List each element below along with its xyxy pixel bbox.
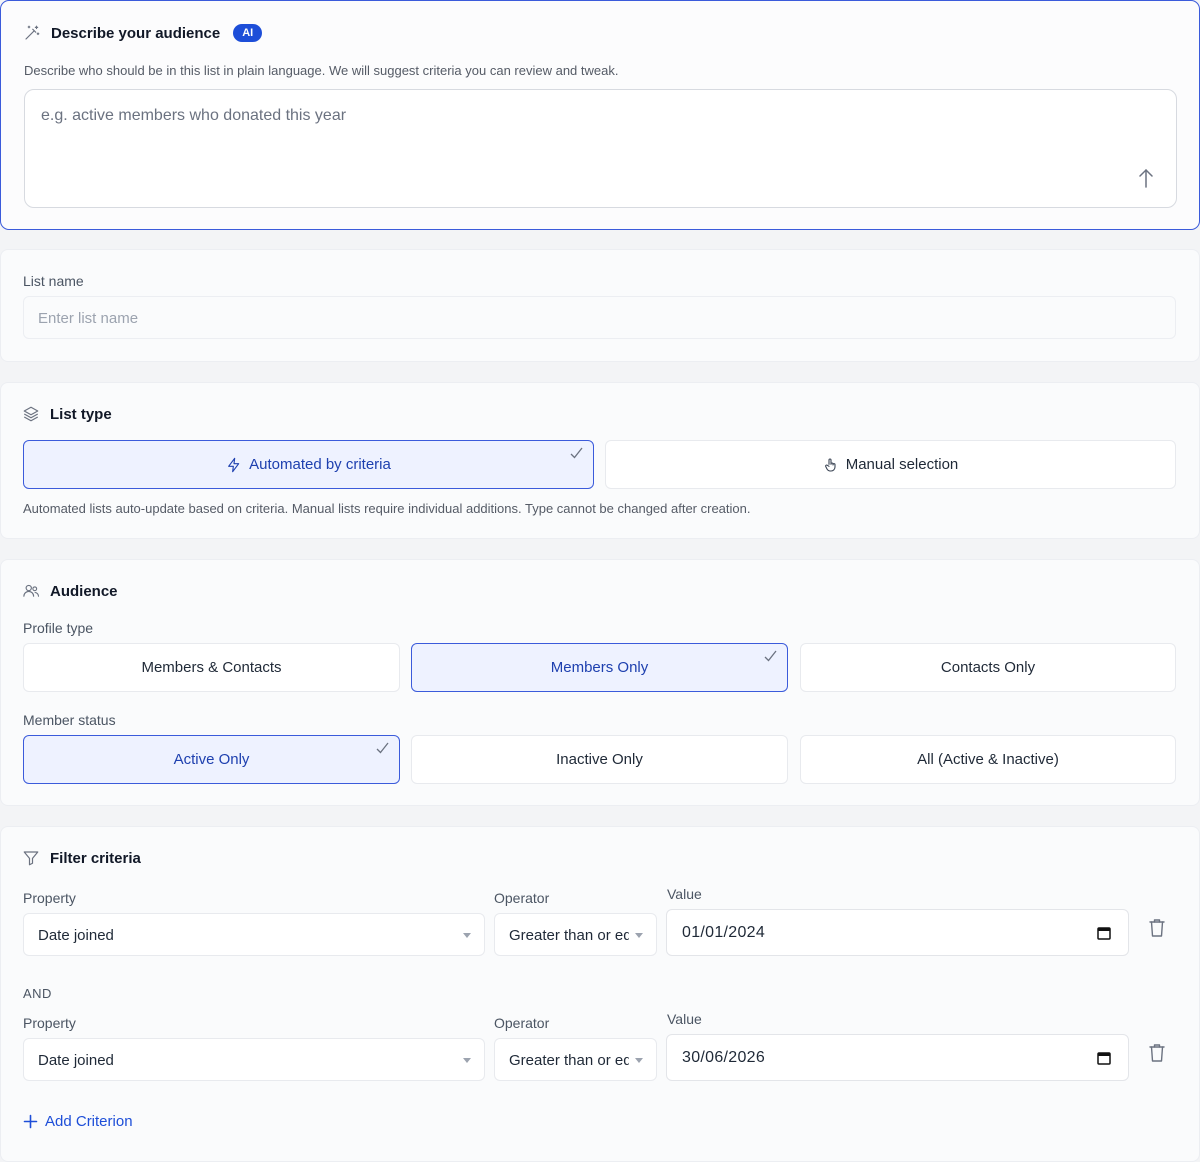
and-conjunction: AND <box>23 986 52 1001</box>
member-status-active-only[interactable]: Active Only <box>23 735 400 784</box>
property-value: Date joined <box>38 1052 114 1069</box>
filter-criteria-header: Filter criteria <box>22 849 141 867</box>
plus-icon <box>23 1114 38 1129</box>
profile-type-members-only[interactable]: Members Only <box>411 643 788 692</box>
operator-label: Operator <box>494 890 550 906</box>
operator-label: Operator <box>494 1015 550 1031</box>
option-manual-selection[interactable]: Manual selection <box>605 440 1176 489</box>
property-select[interactable]: Date joined <box>23 913 485 956</box>
add-criterion-label: Add Criterion <box>45 1113 133 1130</box>
filter-criteria-title: Filter criteria <box>50 849 141 867</box>
hand-pointer-icon <box>824 457 836 472</box>
date-value: 30/06/2026 <box>682 1049 766 1066</box>
chevron-down-icon <box>463 933 471 938</box>
magic-wand-icon <box>25 25 40 40</box>
list-type-header: List type <box>22 405 112 423</box>
option-label: Manual selection <box>845 456 959 473</box>
audience-header: Audience <box>22 582 118 600</box>
profile-type-members-contacts[interactable]: Members & Contacts <box>23 643 400 692</box>
list-name-input[interactable]: Enter list name <box>23 296 1176 339</box>
list-type-title: List type <box>50 405 112 423</box>
calendar-icon[interactable] <box>1097 1051 1111 1065</box>
filter-funnel-icon <box>23 851 39 866</box>
value-date-input[interactable]: 01/01/2024 <box>666 909 1129 956</box>
chevron-down-icon <box>463 1058 471 1063</box>
filter-criteria-card <box>0 826 1200 1162</box>
delete-criterion-trash-icon[interactable] <box>1148 918 1166 938</box>
chevron-down-icon <box>635 933 643 938</box>
ai-panel-title: Describe your audience <box>51 24 221 42</box>
list-type-help-text: Automated lists auto-update based on cri… <box>23 501 751 516</box>
list-name-placeholder: Enter list name <box>38 310 139 327</box>
users-icon <box>23 584 40 597</box>
option-automated-by-criteria[interactable]: Automated by criteria <box>23 440 594 489</box>
ai-audience-panel: Describe your audience AI Describe who s… <box>0 0 1200 230</box>
lightning-icon <box>228 457 240 472</box>
option-label: Members & Contacts <box>141 659 282 676</box>
value-label: Value <box>667 1011 702 1027</box>
property-select[interactable]: Date joined <box>23 1038 485 1081</box>
value-date-input[interactable]: 30/06/2026 <box>666 1034 1129 1081</box>
option-label: All (Active & Inactive) <box>917 751 1059 768</box>
property-label: Property <box>23 1015 76 1031</box>
ai-badge: AI <box>233 24 263 42</box>
date-value: 01/01/2024 <box>682 924 766 941</box>
delete-criterion-trash-icon[interactable] <box>1148 1043 1166 1063</box>
layers-icon <box>23 406 39 422</box>
check-icon <box>376 742 389 754</box>
operator-value: Greater than or equal <box>509 927 629 944</box>
option-label: Automated by criteria <box>249 456 391 473</box>
add-criterion-button[interactable]: Add Criterion <box>23 1113 133 1130</box>
profile-type-label: Profile type <box>23 620 94 636</box>
list-name-label: List name <box>23 273 84 289</box>
audience-description-textarea[interactable]: e.g. active members who donated this yea… <box>24 89 1177 208</box>
check-icon <box>570 447 583 459</box>
check-icon <box>764 650 777 662</box>
operator-select[interactable]: Greater than or equal <box>494 1038 657 1081</box>
chevron-down-icon <box>635 1058 643 1063</box>
operator-select[interactable]: Greater than or equal <box>494 913 657 956</box>
member-status-all[interactable]: All (Active & Inactive) <box>800 735 1176 784</box>
option-label: Active Only <box>173 751 250 768</box>
property-label: Property <box>23 890 76 906</box>
member-status-inactive-only[interactable]: Inactive Only <box>411 735 788 784</box>
option-label: Contacts Only <box>940 659 1036 676</box>
ai-panel-description: Describe who should be in this list in p… <box>24 63 619 78</box>
property-value: Date joined <box>38 927 114 944</box>
option-label: Members Only <box>550 659 649 676</box>
value-label: Value <box>667 886 702 902</box>
send-arrow-up-icon[interactable] <box>1136 167 1156 189</box>
ai-panel-header: Describe your audience AI <box>23 24 263 42</box>
textarea-placeholder: e.g. active members who donated this yea… <box>41 107 347 124</box>
profile-type-contacts-only[interactable]: Contacts Only <box>800 643 1176 692</box>
member-status-label: Member status <box>23 712 116 728</box>
calendar-icon[interactable] <box>1097 926 1111 940</box>
audience-title: Audience <box>50 582 118 600</box>
option-label: Inactive Only <box>556 751 643 768</box>
operator-value: Greater than or equal <box>509 1052 629 1069</box>
